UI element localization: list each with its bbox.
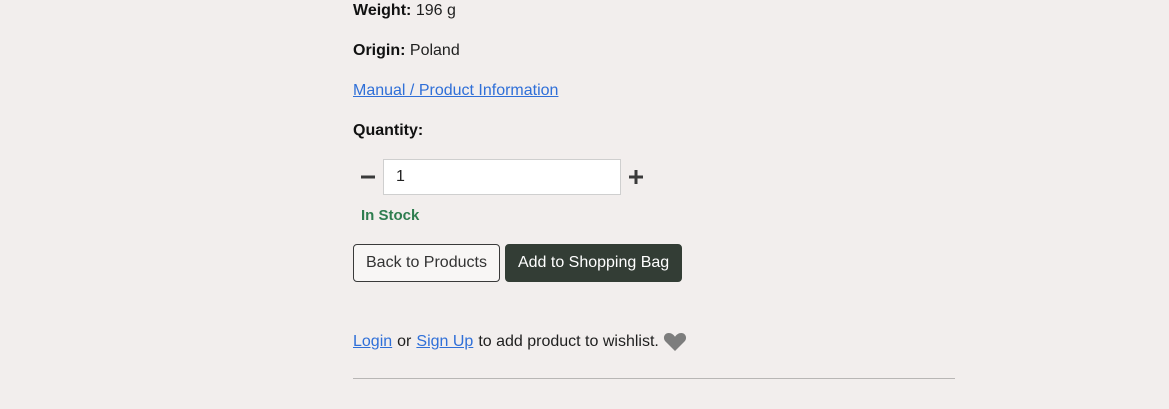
wishlist-prompt: Login or Sign Up to add product to wishl… <box>353 332 687 352</box>
weight-row: Weight: 196 g <box>353 1 456 21</box>
quantity-label-row: Quantity: <box>353 121 423 141</box>
quantity-stepper <box>353 158 651 196</box>
action-buttons: Back to Products Add to Shopping Bag <box>353 244 683 282</box>
wishlist-text: to add product to wishlist. <box>478 333 659 350</box>
weight-label: Weight: <box>353 2 412 19</box>
or-text: or <box>397 333 412 350</box>
origin-label: Origin: <box>353 42 406 59</box>
manual-row: Manual / Product Information <box>353 81 558 101</box>
quantity-input[interactable] <box>383 159 621 195</box>
plus-icon <box>629 170 643 184</box>
back-to-products-button[interactable]: Back to Products <box>353 244 500 282</box>
login-link[interactable]: Login <box>353 332 392 352</box>
quantity-label: Quantity: <box>353 122 424 139</box>
minus-icon <box>361 175 375 179</box>
origin-value: Poland <box>409 42 460 59</box>
origin-row: Origin: Poland <box>353 41 460 61</box>
increment-button[interactable] <box>621 158 651 196</box>
divider <box>353 378 955 379</box>
signup-link[interactable]: Sign Up <box>416 332 473 352</box>
weight-value: 196 g <box>415 2 456 19</box>
manual-link[interactable]: Manual / Product Information <box>353 82 558 99</box>
heart-icon[interactable] <box>663 332 687 352</box>
decrement-button[interactable] <box>353 158 383 196</box>
add-to-bag-button[interactable]: Add to Shopping Bag <box>504 244 683 282</box>
stock-status: In Stock <box>361 207 420 224</box>
